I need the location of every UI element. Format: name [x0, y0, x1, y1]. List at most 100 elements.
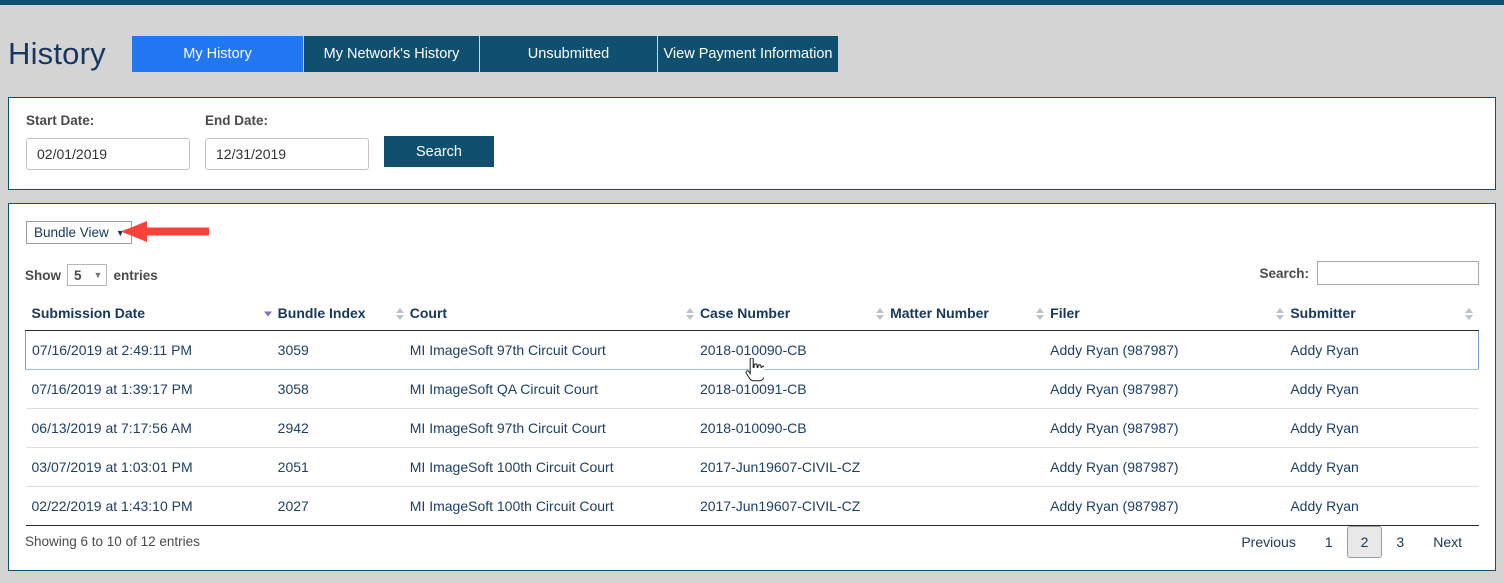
history-table-body: 07/16/2019 at 2:49:11 PM 3059 MI ImageSo…: [24, 330, 1480, 526]
cell-submission-date: 07/16/2019 at 2:49:11 PM: [24, 330, 278, 370]
sort-descending-icon: [263, 311, 272, 316]
table-row[interactable]: 03/07/2019 at 1:03:01 PM 2051 MI ImageSo…: [25, 447, 1479, 487]
cell-filer: Addy Ryan (987987): [1050, 447, 1291, 487]
pagination-page-1[interactable]: 1: [1311, 526, 1347, 558]
column-header-submission-date-label: Submission Date: [31, 305, 146, 321]
cell-court: MI ImageSoft 100th Circuit Court: [409, 486, 700, 526]
column-header-court-label: Court: [409, 305, 448, 321]
entries-per-page-dropdown[interactable]: 5 ▼: [67, 264, 108, 286]
sort-none-icon: [1464, 307, 1473, 320]
cell-filer: Addy Ryan (987987): [1050, 369, 1291, 409]
cell-filer: Addy Ryan (987987): [1050, 330, 1291, 370]
sort-none-icon: [876, 307, 885, 320]
cell-matter-number: [890, 369, 1051, 409]
show-entries-prefix: Show: [25, 267, 61, 283]
cell-submitter: Addy Ryan: [1290, 330, 1480, 370]
search-button[interactable]: Search: [384, 136, 494, 167]
pagination: Previous 1 2 3 Next: [1226, 526, 1477, 558]
cell-submitter: Addy Ryan: [1290, 408, 1479, 448]
cell-bundle-index: 3058: [277, 369, 410, 409]
history-table: Submission Date Bundle Index Court Case …: [24, 297, 1480, 526]
pagination-next[interactable]: Next: [1418, 526, 1477, 558]
start-date-label: Start Date:: [26, 113, 95, 128]
cell-submission-date: 06/13/2019 at 7:17:56 AM: [25, 408, 278, 448]
cell-case-number: 2017-Jun19607-CIVIL-CZ: [699, 447, 891, 487]
cell-bundle-index: 3059: [277, 330, 410, 370]
cell-case-number: 2018-010090-CB: [699, 330, 891, 370]
cell-filer: Addy Ryan (987987): [1050, 486, 1291, 526]
column-header-matter-number[interactable]: Matter Number: [890, 297, 1051, 331]
tab-unsubmitted-label: Unsubmitted: [527, 46, 610, 62]
tab-my-history-label: My History: [183, 46, 252, 62]
column-header-court[interactable]: Court: [409, 297, 700, 331]
sort-none-icon: [1036, 307, 1045, 320]
cell-court: MI ImageSoft 97th Circuit Court: [409, 330, 700, 370]
cell-submitter: Addy Ryan: [1290, 486, 1479, 526]
cell-court: MI ImageSoft QA Circuit Court: [409, 369, 700, 409]
column-header-submitter[interactable]: Submitter: [1290, 297, 1479, 331]
history-table-header-row: Submission Date Bundle Index Court Case …: [25, 297, 1479, 331]
cell-matter-number: [890, 486, 1051, 526]
tab-view-payment-information-label: View Payment Information: [663, 46, 833, 62]
sort-none-icon: [1276, 307, 1285, 320]
cell-submission-date: 03/07/2019 at 1:03:01 PM: [25, 447, 278, 487]
cell-court: MI ImageSoft 97th Circuit Court: [409, 408, 700, 448]
sort-none-icon: [685, 307, 694, 320]
column-header-case-number[interactable]: Case Number: [699, 297, 891, 331]
table-row[interactable]: 07/16/2019 at 2:49:11 PM 3059 MI ImageSo…: [24, 330, 1480, 370]
cell-matter-number: [890, 408, 1051, 448]
cell-case-number: 2017-Jun19607-CIVIL-CZ: [699, 486, 891, 526]
top-accent-bar: [0, 0, 1504, 5]
cell-bundle-index: 2051: [277, 447, 410, 487]
tab-my-history[interactable]: My History: [132, 36, 304, 72]
column-header-submitter-label: Submitter: [1290, 305, 1356, 321]
cell-filer: Addy Ryan (987987): [1050, 408, 1291, 448]
cell-matter-number: [890, 447, 1051, 487]
history-table-panel: Bundle View ▼ Show 5 ▼ entries Search: S…: [8, 203, 1496, 571]
history-table-head: Submission Date Bundle Index Court Case …: [25, 297, 1479, 331]
table-search-label: Search:: [1259, 265, 1309, 281]
chevron-down-icon: ▼: [93, 270, 103, 280]
bundle-view-dropdown[interactable]: Bundle View ▼: [26, 221, 132, 244]
entries-per-page-value: 5: [74, 267, 82, 283]
start-date-input[interactable]: [26, 138, 190, 170]
cell-bundle-index: 2027: [277, 486, 410, 526]
cell-submitter: Addy Ryan: [1290, 369, 1479, 409]
cell-court: MI ImageSoft 100th Circuit Court: [409, 447, 700, 487]
end-date-input[interactable]: [205, 138, 369, 170]
cell-bundle-index: 2942: [277, 408, 410, 448]
page-title: History: [8, 36, 106, 71]
date-search-panel: Start Date: End Date: Search: [8, 97, 1496, 190]
column-header-filer[interactable]: Filer: [1050, 297, 1291, 331]
tab-unsubmitted[interactable]: Unsubmitted: [480, 36, 658, 72]
table-row[interactable]: 07/16/2019 at 1:39:17 PM 3058 MI ImageSo…: [25, 369, 1479, 409]
table-row[interactable]: 06/13/2019 at 7:17:56 AM 2942 MI ImageSo…: [25, 408, 1479, 448]
chevron-down-icon: ▼: [115, 227, 125, 238]
table-search-input[interactable]: [1317, 261, 1479, 285]
showing-entries-info: Showing 6 to 10 of 12 entries: [25, 534, 200, 549]
column-header-filer-label: Filer: [1050, 305, 1080, 321]
show-entries-control: Show 5 ▼ entries: [25, 264, 158, 286]
cell-case-number: 2018-010090-CB: [699, 408, 891, 448]
table-row[interactable]: 02/22/2019 at 1:43:10 PM 2027 MI ImageSo…: [25, 486, 1479, 526]
column-header-submission-date[interactable]: Submission Date: [25, 297, 278, 331]
cell-case-number: 2018-010091-CB: [699, 369, 891, 409]
table-search-control: Search:: [1259, 261, 1479, 285]
pagination-page-2[interactable]: 2: [1346, 526, 1383, 558]
tab-my-networks-history[interactable]: My Network's History: [304, 36, 480, 72]
tab-bar: My History My Network's History Unsubmit…: [132, 36, 838, 72]
history-page: History My History My Network's History …: [0, 0, 1504, 583]
tab-view-payment-information[interactable]: View Payment Information: [658, 36, 838, 72]
page-header: History My History My Network's History …: [0, 30, 1504, 78]
tab-my-networks-history-label: My Network's History: [323, 46, 460, 62]
cell-submission-date: 07/16/2019 at 1:39:17 PM: [25, 369, 278, 409]
cell-submission-date: 02/22/2019 at 1:43:10 PM: [25, 486, 278, 526]
bundle-view-dropdown-label: Bundle View: [34, 225, 109, 240]
cell-submitter: Addy Ryan: [1290, 447, 1479, 487]
pagination-page-3[interactable]: 3: [1382, 526, 1418, 558]
cell-matter-number: [890, 330, 1051, 370]
column-header-matter-number-label: Matter Number: [890, 305, 989, 321]
pagination-previous[interactable]: Previous: [1226, 526, 1310, 558]
column-header-bundle-index[interactable]: Bundle Index: [277, 297, 410, 331]
column-header-case-number-label: Case Number: [699, 305, 791, 321]
